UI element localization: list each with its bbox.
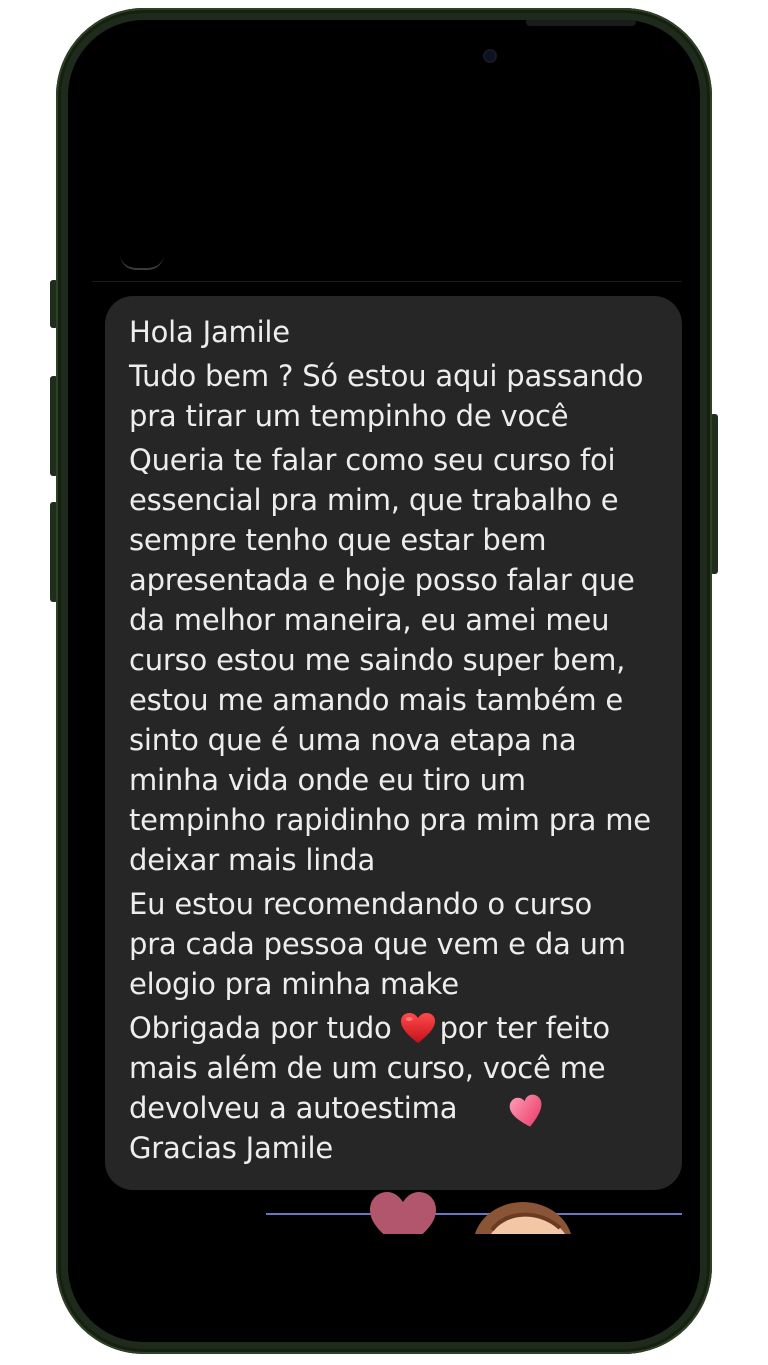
- message-line: Obrigada por tudo: [129, 1011, 392, 1045]
- message-line: tempinho rapidinho pra mim pra me: [129, 803, 651, 837]
- divider: [92, 281, 682, 282]
- message-line: Queria te falar como seu curso foi: [129, 443, 616, 477]
- camera-icon: [485, 51, 495, 61]
- message-line: Tudo bem ? Só estou aqui passando: [129, 359, 644, 393]
- message-line: deixar mais linda: [129, 843, 376, 877]
- message-line: mais além de um curso, você me: [129, 1051, 606, 1085]
- message-line: da melhor maneira, eu amei meu: [129, 603, 610, 637]
- message-line: minha vida onde eu tiro um: [129, 763, 526, 797]
- message-line: pra tirar um tempinho de você: [129, 399, 569, 433]
- message-line: devolveu a autoestima: [129, 1091, 458, 1125]
- phone-screen: Hola Jamile Tudo bem ? Só estou aqui pas…: [68, 20, 700, 1342]
- message-line: Gracias Jamile: [129, 1131, 333, 1165]
- pink-heart-icon: [509, 1094, 542, 1127]
- bottom-area: [68, 1234, 700, 1342]
- message-line: pra cada pessoa que vem e da um: [129, 927, 626, 961]
- message-line: estou me amando mais também e: [129, 683, 624, 717]
- message-line-with-heart: devolveu a autoestima: [129, 1088, 669, 1128]
- faded-avatar-edge: [120, 254, 164, 270]
- message-line: Eu estou recomendando o curso: [129, 887, 593, 921]
- message-line: apresentada e hoje posso falar que: [129, 563, 635, 597]
- message-text: Hola Jamile Tudo bem ? Só estou aqui pas…: [129, 312, 669, 1168]
- earpiece: [526, 20, 636, 26]
- message-line: Hola Jamile: [129, 315, 290, 349]
- message-line: curso estou me saindo super bem,: [129, 643, 626, 677]
- message-line: sinto que é uma nova etapa na: [129, 723, 577, 757]
- notch: [264, 20, 636, 90]
- red-heart-icon: [400, 1013, 435, 1043]
- message-line: sempre tenho que estar bem: [129, 523, 547, 557]
- message-line: essencial pra mim, que trabalho e: [129, 483, 619, 517]
- message-line: elogio pra minha make: [129, 967, 459, 1001]
- message-line: por ter feito: [439, 1011, 610, 1045]
- message-line-with-heart: Obrigada por tudo por ter feito: [129, 1008, 669, 1048]
- message-bubble[interactable]: Hola Jamile Tudo bem ? Só estou aqui pas…: [105, 296, 682, 1190]
